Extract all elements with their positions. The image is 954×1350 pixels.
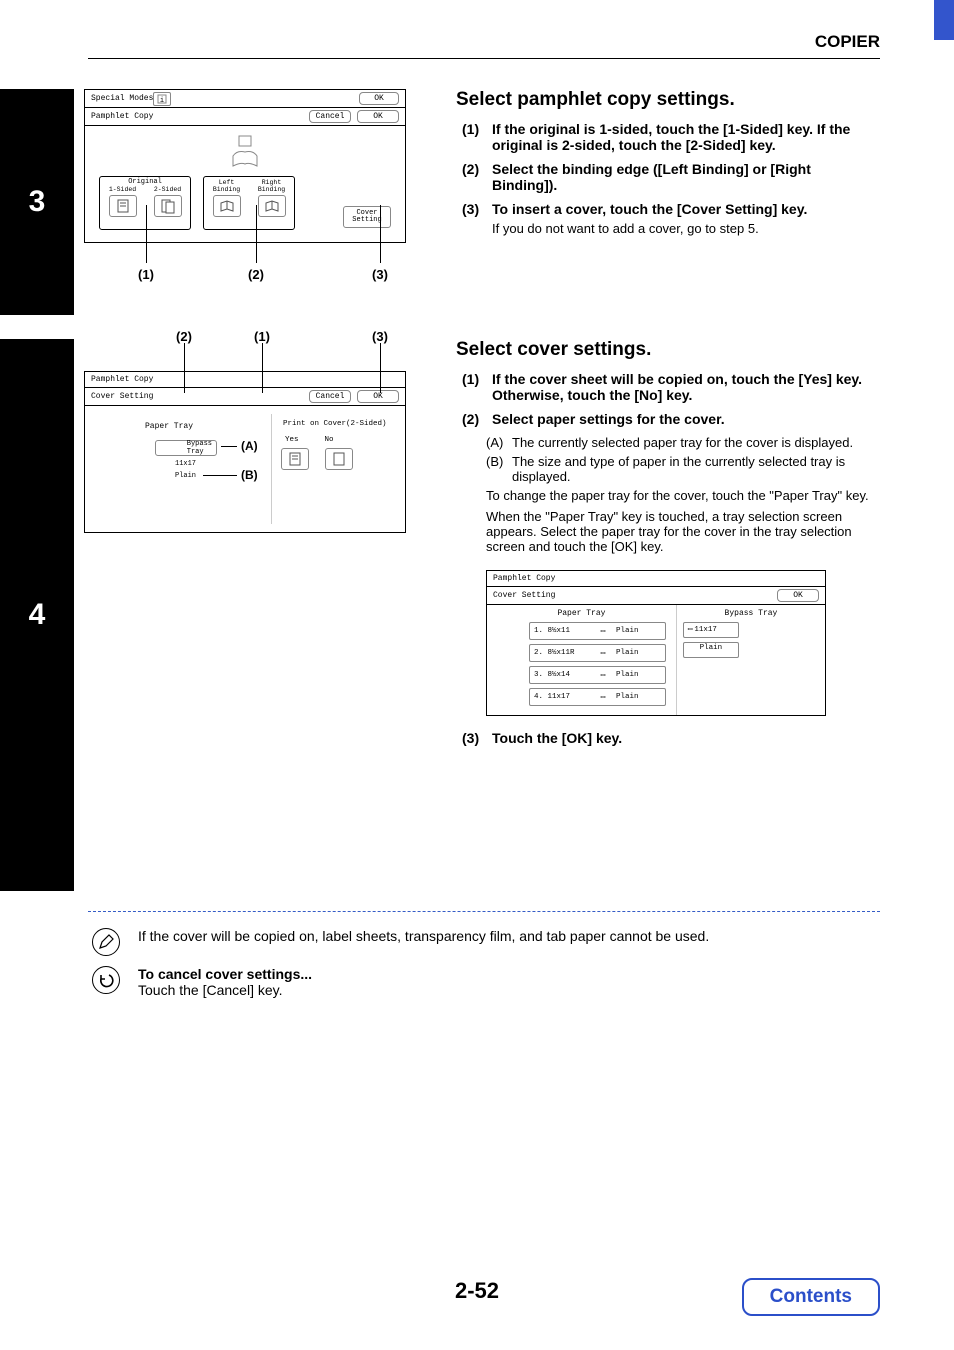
two-sided-button[interactable]	[154, 195, 182, 217]
binding-group: Left Binding Right Binding	[203, 176, 295, 230]
no-label: No	[325, 436, 334, 444]
tray-row-2[interactable]: 2. 8½x11R▭Plain	[529, 644, 666, 662]
orientation-icon: ▭	[596, 692, 610, 702]
bypass-tray-button[interactable]: Bypass Tray	[155, 440, 217, 456]
callout-1: (1)	[254, 329, 270, 344]
tray-selection-panel: Pamphlet Copy Cover Setting OK Paper Tra…	[486, 570, 826, 716]
note-2: To cancel cover settings... Touch the [C…	[92, 966, 880, 998]
sub-when: When the "Paper Tray" key is touched, a …	[486, 509, 880, 554]
page-number: 2-52	[455, 1278, 499, 1304]
tray-row-1[interactable]: 1. 8½x11▭Plain	[529, 622, 666, 640]
no-button[interactable]	[325, 448, 353, 470]
cancel-button[interactable]: Cancel	[309, 390, 351, 403]
size-label: 11x17	[175, 460, 196, 468]
section-header: COPIER	[0, 32, 880, 52]
step3-item-1: (1) If the original is 1-sided, touch th…	[462, 121, 880, 153]
print-on-cover-label: Print on Cover(2-Sided)	[283, 420, 387, 428]
orientation-icon: ▭	[688, 626, 693, 634]
header-rule	[88, 58, 880, 59]
cover-setting-button[interactable]: Cover Setting	[343, 206, 391, 228]
step-number-4: 4	[0, 339, 74, 891]
step4-item-1: (1) If the cover sheet will be copied on…	[462, 371, 880, 403]
step3-item-2: (2) Select the binding edge ([Left Bindi…	[462, 161, 880, 193]
booklet-icon	[227, 134, 263, 173]
pamphlet-copy-panel: Special Modes i OK Pamphlet Copy Cancel …	[84, 89, 406, 243]
original-group: Original 1-Sided 2-Sided	[99, 176, 191, 230]
cover-setting-panel: Pamphlet Copy Cover Setting Cancel OK Pa…	[84, 371, 406, 533]
sub-b: (B)The size and type of paper in the cur…	[486, 454, 880, 484]
orientation-icon: ▭	[596, 626, 610, 636]
pencil-icon	[92, 928, 120, 956]
pamphlet-copy-label: Pamphlet Copy	[91, 375, 153, 384]
sub-change: To change the paper tray for the cover, …	[486, 488, 880, 503]
step4-item-2: (2) Select paper settings for the cover.	[462, 411, 880, 427]
right-binding-label: Right Binding	[258, 179, 285, 193]
orientation-icon: ▭	[596, 670, 610, 680]
one-sided-button[interactable]	[109, 195, 137, 217]
note-2-body: Touch the [Cancel] key.	[138, 982, 312, 998]
plain-label: Plain	[175, 472, 196, 480]
tray-row-4[interactable]: 4. 11x17▭Plain	[529, 688, 666, 706]
callout-3: (3)	[372, 329, 388, 344]
step3-item-3-note: If you do not want to add a cover, go to…	[492, 221, 880, 236]
side-tab	[934, 0, 954, 40]
step3-heading: Select pamphlet copy settings.	[456, 89, 880, 111]
top-callouts: (2) (1) (3)	[84, 343, 426, 371]
bypass-type-button[interactable]: Plain	[683, 642, 739, 658]
ok-button[interactable]: OK	[359, 92, 399, 105]
cover-setting-label: Cover Setting	[91, 392, 153, 401]
cover-setting-label: Cover Setting	[493, 591, 555, 600]
step4-heading: Select cover settings.	[456, 339, 880, 361]
two-sided-label: 2-Sided	[154, 186, 181, 193]
a-label: (A)	[241, 439, 258, 453]
callout-2: (2)	[176, 329, 192, 344]
pamphlet-copy-label: Pamphlet Copy	[493, 574, 555, 583]
callout-1: (1)	[138, 267, 154, 282]
one-sided-label: 1-Sided	[109, 186, 136, 193]
ok-button[interactable]: OK	[777, 589, 819, 602]
callout-3: (3)	[372, 267, 388, 282]
right-binding-button[interactable]	[258, 195, 286, 217]
original-label: Original	[100, 177, 190, 186]
bypass-size-button[interactable]: ▭11x17	[683, 622, 739, 638]
back-arrow-icon	[92, 966, 120, 994]
special-modes-label: Special Modes	[91, 94, 153, 103]
callout-row: (1) (2) (3)	[84, 241, 426, 287]
left-binding-button[interactable]	[213, 195, 241, 217]
step4-item-3: (3) Touch the [OK] key.	[462, 730, 880, 746]
tray-row-3[interactable]: 3. 8½x14▭Plain	[529, 666, 666, 684]
bypass-tray-header: Bypass Tray	[683, 609, 819, 618]
step-number-3: 3	[0, 89, 74, 315]
ok-button[interactable]: OK	[357, 110, 399, 123]
dashed-rule	[88, 911, 880, 912]
step3-item-3: (3) To insert a cover, touch the [Cover …	[462, 201, 880, 236]
yes-label: Yes	[285, 436, 299, 444]
svg-text:i: i	[160, 97, 164, 104]
ok-button[interactable]: OK	[357, 390, 399, 403]
callout-2: (2)	[248, 267, 264, 282]
paper-tray-header: Paper Tray	[493, 609, 670, 618]
note-1: If the cover will be copied on, label sh…	[92, 928, 880, 956]
orientation-icon: ▭	[596, 648, 610, 658]
info-icon[interactable]: i	[153, 92, 171, 106]
left-binding-label: Left Binding	[213, 179, 240, 193]
cancel-button[interactable]: Cancel	[309, 110, 351, 123]
note-2-title: To cancel cover settings...	[138, 966, 312, 982]
yes-button[interactable]	[281, 448, 309, 470]
b-label: (B)	[241, 468, 258, 482]
pamphlet-copy-label: Pamphlet Copy	[91, 112, 153, 121]
paper-tray-label: Paper Tray	[145, 422, 193, 431]
sub-a: (A)The currently selected paper tray for…	[486, 435, 880, 450]
contents-button[interactable]: Contents	[742, 1278, 880, 1316]
